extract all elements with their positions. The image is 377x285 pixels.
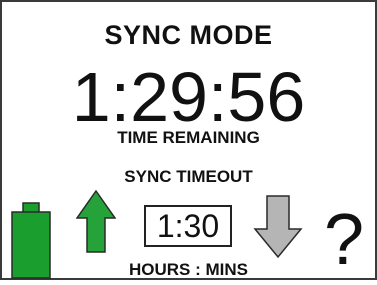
sync-timeout-value: 1:30 [144,205,232,247]
mode-title: SYNC MODE [104,20,273,50]
arrow-down-icon [253,195,303,259]
countdown-timer: 1:29:56 [71,58,306,136]
decrease-timeout-button[interactable] [253,195,303,259]
sync-mode-screen: SYNC MODE 1:29:56 TIME REMAINING SYNC TI… [0,0,377,280]
hours-mins-label: HOURS : MINS [129,260,248,279]
time-remaining-label: TIME REMAINING [117,128,260,147]
increase-timeout-button[interactable] [75,189,117,254]
arrow-up-icon [75,189,117,253]
sync-timeout-label: SYNC TIMEOUT [124,167,253,186]
